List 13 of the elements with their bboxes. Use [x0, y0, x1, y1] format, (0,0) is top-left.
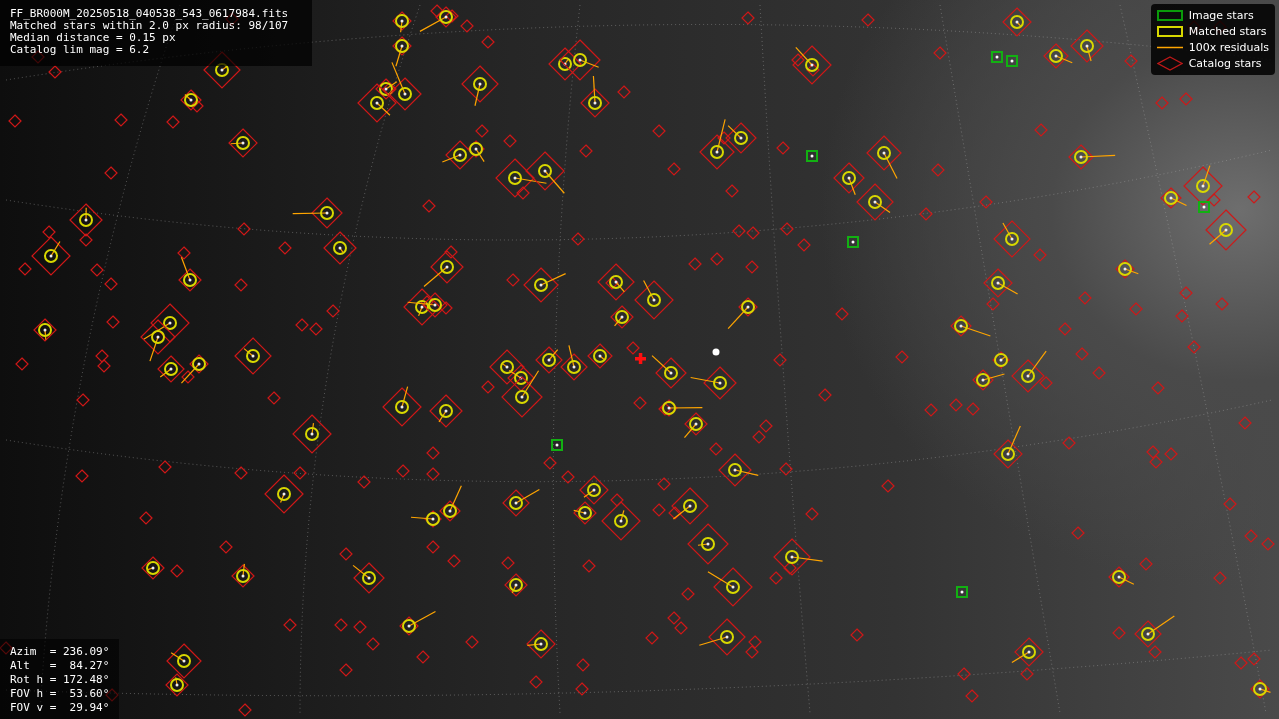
legend-label: Matched stars	[1188, 25, 1267, 38]
pointing-text: Azim = 236.09°	[10, 645, 110, 659]
legend-label: 100x residuals	[1188, 41, 1269, 54]
pointing-text: FOV h = 53.60°	[10, 687, 110, 701]
pointing-text: Alt = 84.27°	[10, 659, 110, 673]
legend-label: Image stars	[1188, 9, 1254, 22]
info-text: Matched stars within 2.0 px radius: 98/107	[10, 20, 290, 32]
info-text: Catalog lim mag = 6.2	[10, 44, 151, 56]
pointing-text: Rot h = 172.48°	[10, 673, 110, 687]
info-text: Median distance = 0.15 px	[10, 32, 177, 44]
legend-label: Catalog stars	[1188, 57, 1262, 70]
pointing-text: FOV v = 29.94°	[10, 701, 110, 715]
info-text: FF_BR000M_20250518_040538_543_0617984.fits	[10, 8, 290, 20]
